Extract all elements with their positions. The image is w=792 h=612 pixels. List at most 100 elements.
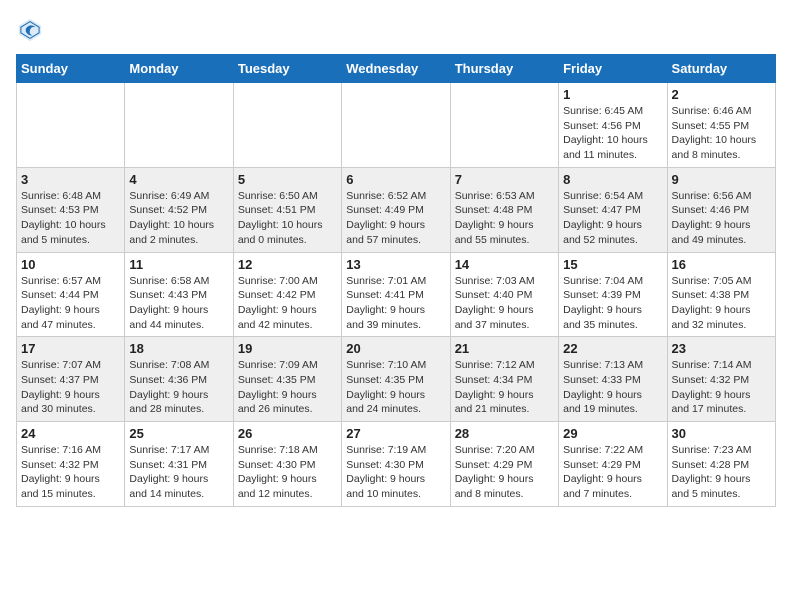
day-info: Sunrise: 7:01 AM Sunset: 4:41 PM Dayligh… (346, 274, 445, 333)
weekday-header-row: SundayMondayTuesdayWednesdayThursdayFrid… (17, 55, 776, 83)
day-number: 22 (563, 341, 662, 356)
day-info: Sunrise: 7:17 AM Sunset: 4:31 PM Dayligh… (129, 443, 228, 502)
day-number: 24 (21, 426, 120, 441)
calendar-cell: 10Sunrise: 6:57 AM Sunset: 4:44 PM Dayli… (17, 252, 125, 337)
day-number: 9 (672, 172, 771, 187)
calendar-cell: 6 Sunrise: 6:52 AM Sunset: 4:49 PM Daylig… (342, 167, 450, 252)
day-info: Sunrise: 7:14 AM Sunset: 4:32 PM Dayligh… (672, 358, 771, 417)
calendar-cell: 15 Sunrise: 7:04 AM Sunset: 4:39 PM Dayli… (559, 252, 667, 337)
calendar-cell: 26 Sunrise: 7:18 AM Sunset: 4:30 PM Dayli… (233, 422, 341, 507)
calendar-cell: 9 Sunrise: 6:56 AM Sunset: 4:46 PM Daylig… (667, 167, 775, 252)
day-number: 21 (455, 341, 554, 356)
calendar-cell: 7 Sunrise: 6:53 AM Sunset: 4:48 PM Daylig… (450, 167, 558, 252)
calendar-cell: 8 Sunrise: 6:54 AM Sunset: 4:47 PM Daylig… (559, 167, 667, 252)
day-number: 2 (672, 87, 771, 102)
day-number: 6 (346, 172, 445, 187)
weekday-header: Wednesday (342, 55, 450, 83)
day-number: 13 (346, 257, 445, 272)
day-info: Sunrise: 6:58 AM Sunset: 4:43 PM Dayligh… (129, 274, 228, 333)
day-number: 26 (238, 426, 337, 441)
day-info: Sunrise: 7:03 AM Sunset: 4:40 PM Dayligh… (455, 274, 554, 333)
calendar-cell (125, 83, 233, 168)
logo-icon (16, 16, 44, 44)
calendar-cell: 13 Sunrise: 7:01 AM Sunset: 4:41 PM Dayli… (342, 252, 450, 337)
day-number: 3 (21, 172, 120, 187)
day-number: 29 (563, 426, 662, 441)
day-info: Sunrise: 7:07 AM Sunset: 4:37 PM Dayligh… (21, 358, 120, 417)
calendar-cell: 22 Sunrise: 7:13 AM Sunset: 4:33 PM Dayli… (559, 337, 667, 422)
calendar-row: 1Sunrise: 6:45 AM Sunset: 4:56 PM Daylig… (17, 83, 776, 168)
day-info: Sunrise: 7:13 AM Sunset: 4:33 PM Dayligh… (563, 358, 662, 417)
day-number: 7 (455, 172, 554, 187)
calendar-cell: 24 Sunrise: 7:16 AM Sunset: 4:32 PM Dayli… (17, 422, 125, 507)
weekday-header: Thursday (450, 55, 558, 83)
day-info: Sunrise: 6:52 AM Sunset: 4:49 PM Dayligh… (346, 189, 445, 248)
day-number: 30 (672, 426, 771, 441)
day-info: Sunrise: 7:08 AM Sunset: 4:36 PM Dayligh… (129, 358, 228, 417)
day-info: Sunrise: 7:19 AM Sunset: 4:30 PM Dayligh… (346, 443, 445, 502)
day-info: Sunrise: 7:16 AM Sunset: 4:32 PM Dayligh… (21, 443, 120, 502)
day-number: 16 (672, 257, 771, 272)
day-number: 27 (346, 426, 445, 441)
calendar-table: SundayMondayTuesdayWednesdayThursdayFrid… (16, 54, 776, 507)
day-info: Sunrise: 6:53 AM Sunset: 4:48 PM Dayligh… (455, 189, 554, 248)
day-number: 28 (455, 426, 554, 441)
day-number: 19 (238, 341, 337, 356)
day-number: 5 (238, 172, 337, 187)
day-info: Sunrise: 7:18 AM Sunset: 4:30 PM Dayligh… (238, 443, 337, 502)
calendar-cell: 4 Sunrise: 6:49 AM Sunset: 4:52 PM Daylig… (125, 167, 233, 252)
calendar-cell: 5 Sunrise: 6:50 AM Sunset: 4:51 PM Daylig… (233, 167, 341, 252)
calendar-cell: 18 Sunrise: 7:08 AM Sunset: 4:36 PM Dayli… (125, 337, 233, 422)
calendar-cell: 11 Sunrise: 6:58 AM Sunset: 4:43 PM Dayli… (125, 252, 233, 337)
day-number: 12 (238, 257, 337, 272)
calendar-row: 24 Sunrise: 7:16 AM Sunset: 4:32 PM Dayli… (17, 422, 776, 507)
weekday-header: Friday (559, 55, 667, 83)
calendar-cell: 27 Sunrise: 7:19 AM Sunset: 4:30 PM Dayli… (342, 422, 450, 507)
day-info: Sunrise: 7:00 AM Sunset: 4:42 PM Dayligh… (238, 274, 337, 333)
calendar-cell: 21 Sunrise: 7:12 AM Sunset: 4:34 PM Dayli… (450, 337, 558, 422)
day-info: Sunrise: 7:10 AM Sunset: 4:35 PM Dayligh… (346, 358, 445, 417)
weekday-header: Tuesday (233, 55, 341, 83)
day-number: 18 (129, 341, 228, 356)
day-info: Sunrise: 7:12 AM Sunset: 4:34 PM Dayligh… (455, 358, 554, 417)
calendar-cell (342, 83, 450, 168)
day-info: Sunrise: 7:20 AM Sunset: 4:29 PM Dayligh… (455, 443, 554, 502)
day-number: 14 (455, 257, 554, 272)
day-number: 11 (129, 257, 228, 272)
day-info: Sunrise: 6:46 AM Sunset: 4:55 PM Dayligh… (672, 104, 771, 163)
day-info: Sunrise: 7:23 AM Sunset: 4:28 PM Dayligh… (672, 443, 771, 502)
day-info: Sunrise: 7:22 AM Sunset: 4:29 PM Dayligh… (563, 443, 662, 502)
calendar-cell: 14 Sunrise: 7:03 AM Sunset: 4:40 PM Dayli… (450, 252, 558, 337)
calendar-cell: 1Sunrise: 6:45 AM Sunset: 4:56 PM Daylig… (559, 83, 667, 168)
calendar-row: 10Sunrise: 6:57 AM Sunset: 4:44 PM Dayli… (17, 252, 776, 337)
day-number: 17 (21, 341, 120, 356)
day-info: Sunrise: 6:50 AM Sunset: 4:51 PM Dayligh… (238, 189, 337, 248)
calendar-cell: 16 Sunrise: 7:05 AM Sunset: 4:38 PM Dayli… (667, 252, 775, 337)
day-number: 15 (563, 257, 662, 272)
day-info: Sunrise: 6:54 AM Sunset: 4:47 PM Dayligh… (563, 189, 662, 248)
weekday-header: Monday (125, 55, 233, 83)
calendar-row: 3Sunrise: 6:48 AM Sunset: 4:53 PM Daylig… (17, 167, 776, 252)
calendar-cell: 2 Sunrise: 6:46 AM Sunset: 4:55 PM Daylig… (667, 83, 775, 168)
day-info: Sunrise: 6:49 AM Sunset: 4:52 PM Dayligh… (129, 189, 228, 248)
calendar-cell: 19 Sunrise: 7:09 AM Sunset: 4:35 PM Dayli… (233, 337, 341, 422)
weekday-header: Sunday (17, 55, 125, 83)
calendar-row: 17 Sunrise: 7:07 AM Sunset: 4:37 PM Dayli… (17, 337, 776, 422)
day-info: Sunrise: 7:09 AM Sunset: 4:35 PM Dayligh… (238, 358, 337, 417)
calendar-cell: 29 Sunrise: 7:22 AM Sunset: 4:29 PM Dayli… (559, 422, 667, 507)
calendar-cell (17, 83, 125, 168)
day-info: Sunrise: 6:56 AM Sunset: 4:46 PM Dayligh… (672, 189, 771, 248)
calendar-cell: 25Sunrise: 7:17 AM Sunset: 4:31 PM Dayli… (125, 422, 233, 507)
day-info: Sunrise: 7:05 AM Sunset: 4:38 PM Dayligh… (672, 274, 771, 333)
day-number: 4 (129, 172, 228, 187)
calendar-cell: 23Sunrise: 7:14 AM Sunset: 4:32 PM Dayli… (667, 337, 775, 422)
page-header (16, 16, 776, 44)
day-info: Sunrise: 7:04 AM Sunset: 4:39 PM Dayligh… (563, 274, 662, 333)
day-number: 8 (563, 172, 662, 187)
day-number: 10 (21, 257, 120, 272)
weekday-header: Saturday (667, 55, 775, 83)
calendar-cell: 28 Sunrise: 7:20 AM Sunset: 4:29 PM Dayli… (450, 422, 558, 507)
calendar-cell: 12 Sunrise: 7:00 AM Sunset: 4:42 PM Dayli… (233, 252, 341, 337)
calendar-cell: 3Sunrise: 6:48 AM Sunset: 4:53 PM Daylig… (17, 167, 125, 252)
day-info: Sunrise: 6:45 AM Sunset: 4:56 PM Dayligh… (563, 104, 662, 163)
